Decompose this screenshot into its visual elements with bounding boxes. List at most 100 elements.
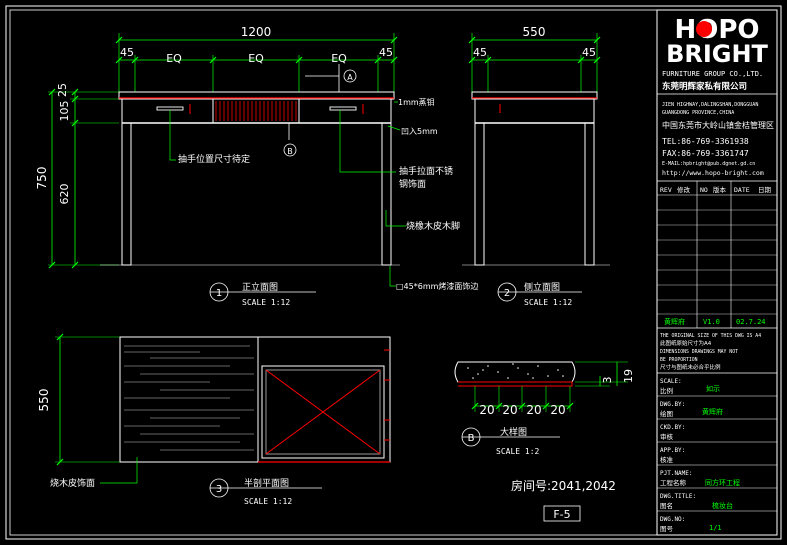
rev-header-no: NO (700, 186, 708, 194)
view-2-scale: SCALE 1:12 (524, 298, 572, 307)
side-dim-right: 45 (582, 46, 596, 59)
field-checked-cn: 审核 (660, 432, 674, 441)
dim-eq-2: EQ (248, 52, 264, 65)
leg-left (121, 122, 132, 266)
field-project-en: PJT.NAME: (660, 470, 693, 477)
note-3: DIMENSIONS DRAWINGS MAY NOT (660, 349, 738, 355)
field-drawn-cn: 绘图 (660, 409, 673, 418)
view-1-title: 正立面图 (242, 281, 278, 293)
callout-rim: □45*6mm烤漆面饰边 (396, 281, 478, 291)
rev-header-version: 版本 (713, 185, 727, 194)
side-elevation: 550 45 45 2 侧立面图 SCALE 1:12 (462, 25, 610, 307)
note-4: BE PROPORTION (660, 357, 698, 363)
field-checked-en: CKD.BY: (660, 424, 685, 431)
view-1-number: 1 (216, 288, 222, 299)
rev-header-rev: REV (660, 186, 672, 194)
rev-header-date-cn: 日期 (758, 186, 772, 194)
address-cn: 中国东莞市大岭山镇金桔管理区 (662, 120, 774, 130)
view-3-title: 半剖平面图 (244, 477, 289, 489)
half-section-plan: 550 烧木皮饰面 3 半剖平面图 SCALE 1:12 (37, 333, 391, 506)
address-en-1: JIEN HIGHWAY,DALINGSHAN,DONGGUAN (662, 102, 758, 108)
dim-right-margin: 45 (379, 46, 393, 59)
rev-header-modify: 修改 (677, 185, 691, 194)
note-1: THE ORIGINAL SIZE OF THIS DWG IS A4 (660, 333, 761, 339)
drawer-handle-left (156, 106, 184, 111)
field-project-cn: 工程名称 (660, 478, 687, 487)
callout-wood-veneer: 烧木皮饰面 (50, 477, 95, 489)
logo-bright: BRIGHT (666, 40, 768, 68)
leg-right (381, 122, 392, 266)
company-cn: 东莞明辉家私有限公司 (662, 81, 747, 92)
callout-recess: 凹入5mm (401, 127, 438, 136)
field-approved-en: APP.BY: (660, 447, 685, 454)
side-leg-right (584, 122, 595, 266)
front-elevation: 1200 45 EQ EQ EQ 45 25 105 750 620 A B 抽… (35, 25, 478, 307)
sheet-id: F-5 (553, 508, 570, 521)
field-scale-cn: 比例 (660, 386, 673, 395)
detail-dim-2: 20 (502, 403, 517, 417)
field-title-en: DWG.TITLE: (660, 493, 696, 500)
tel: TEL:86-769-3361938 (662, 137, 749, 146)
view-3-number: 3 (216, 484, 222, 495)
dim-left-margin: 45 (120, 46, 134, 59)
view-b-scale: SCALE 1:2 (496, 447, 540, 456)
rev-header-date: DATE (734, 186, 750, 194)
drawer-handle-right (329, 106, 357, 111)
detail-b: 20 20 20 20 3 19 B 大样图 SCALE 1:2 (454, 361, 635, 456)
view-3-scale: SCALE 1:12 (244, 497, 292, 506)
side-dim-left: 45 (473, 46, 487, 59)
section-b-label: B (287, 147, 293, 156)
dim-top-thickness: 25 (56, 83, 69, 97)
detail-dim-3: 20 (526, 403, 541, 417)
plan-dim-depth: 550 (37, 389, 51, 412)
view-b-number: B (468, 433, 475, 444)
dim-overall-width: 1200 (241, 25, 272, 39)
website: http://www.hopo-bright.com (662, 169, 764, 177)
detail-dim-right-1: 3 (601, 377, 614, 384)
callout-handle-material-2: 钢饰面 (399, 178, 426, 190)
callout-handle-material: 抽手拉面不锈 (399, 165, 453, 177)
callout-edge: 1mm蒸钼 (398, 97, 435, 107)
dim-apron-height: 105 (58, 101, 71, 122)
detail-dim-right-2: 19 (622, 369, 635, 383)
rev-version: V1.0 (703, 318, 720, 326)
field-title-value: 梳妆台 (712, 501, 733, 510)
side-leg-left (474, 122, 485, 266)
field-scale-value: 如示 (706, 384, 720, 393)
view-1-scale: SCALE 1:12 (242, 298, 290, 307)
field-scale-en: SCALE: (660, 378, 682, 385)
dim-eq-3: EQ (331, 52, 347, 65)
dim-leg-height: 620 (58, 184, 71, 205)
field-title-cn: 图名 (660, 501, 673, 510)
view-b-title: 大样图 (500, 426, 527, 438)
company-en: FURNITURE GROUP CO.,LTD. (662, 70, 763, 78)
dim-overall-height: 750 (35, 167, 49, 190)
field-drawn-value: 黄辉府 (702, 407, 723, 416)
callout-handle-position: 抽手位置尺寸待定 (178, 153, 250, 165)
fax: FAX:86-769-3361747 (662, 149, 749, 158)
section-a-label: A (347, 73, 353, 82)
field-drawn-en: DWG.BY: (660, 401, 685, 408)
note-5: 尺寸与图纸未必合乎比例 (660, 363, 721, 371)
email: E-MAIL:hpbright@pub.dgnet.gd.cn (662, 161, 755, 167)
view-2-number: 2 (504, 288, 510, 299)
cad-drawing-canvas: 1200 45 EQ EQ EQ 45 25 105 750 620 A B 抽… (5, 5, 782, 540)
field-approved-cn: 核准 (660, 455, 674, 464)
rev-date: 02.7.24 (736, 318, 766, 326)
dim-eq-1: EQ (166, 52, 182, 65)
detail-dim-4: 20 (550, 403, 565, 417)
view-2-title: 侧立面图 (524, 281, 560, 293)
note-2: 此图纸原始尺寸为A4 (660, 339, 712, 347)
rev-author: 黄辉府 (664, 317, 685, 326)
room-number: 房间号:2041,2042 (511, 478, 616, 493)
callout-leg-finish: 烧橡木皮木脚 (406, 220, 460, 232)
logo-dot-icon (696, 21, 712, 37)
address-en-2: GUANGDONG PROVINCE,CHINA (662, 110, 734, 116)
field-dwgno-en: DWG.NO: (660, 516, 685, 523)
field-dwgno-cn: 图号 (660, 525, 674, 533)
detail-dim-1: 20 (479, 403, 494, 417)
field-dwgno-value: 1/1 (709, 524, 722, 532)
title-block: HOPO BRIGHT FURNITURE GROUP CO.,LTD. 东莞明… (656, 9, 778, 536)
side-dim-width: 550 (523, 25, 546, 39)
field-project-value: 同方环工程 (705, 478, 740, 487)
